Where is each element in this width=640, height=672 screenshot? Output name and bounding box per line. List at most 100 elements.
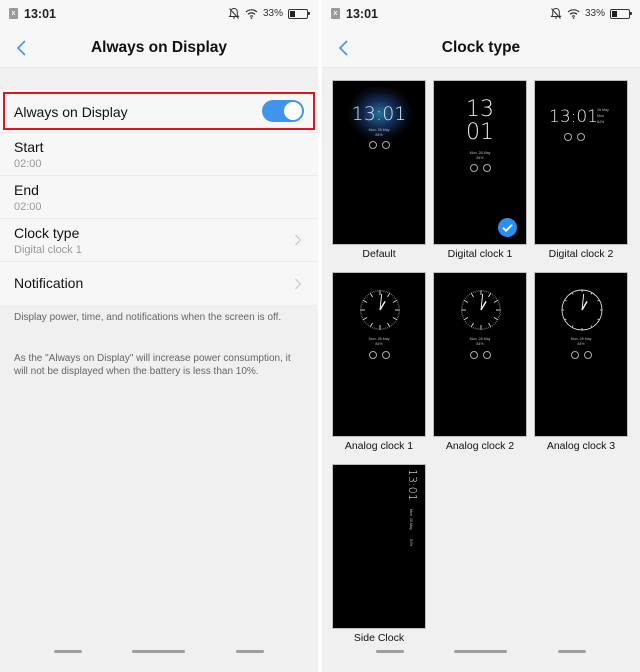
navigation-bar xyxy=(0,642,318,672)
clock-option-analog-1[interactable]: Mon. 28 May 84% Analog clock 1 xyxy=(332,272,426,454)
clock-tick xyxy=(467,294,469,297)
clock-option-analog-2[interactable]: Mon. 28 May 84% Analog clock 2 xyxy=(433,272,527,454)
clock-tick xyxy=(564,318,567,321)
battery-fill xyxy=(612,10,618,17)
mute-bell-icon xyxy=(550,7,562,19)
preview-date: Mon. 28 May xyxy=(469,151,491,155)
preview-battery: 84% xyxy=(375,133,383,137)
status-bar: x 13:01 33% xyxy=(322,0,640,28)
preview-battery: 84% xyxy=(409,539,413,547)
clock-tick xyxy=(396,317,399,319)
clock-preview: Mon. 28 May 84% xyxy=(433,272,527,437)
clock-tick xyxy=(392,294,394,297)
nav-back-handle[interactable] xyxy=(376,650,404,653)
clock-preview: 13 01 Mon. 28 May 84% xyxy=(433,80,527,245)
message-icon xyxy=(583,351,592,359)
clock-tick xyxy=(363,298,366,300)
analog-clock-face xyxy=(561,289,603,331)
clock-type-row[interactable]: Clock type Digital clock 1 xyxy=(0,219,318,262)
clock-option-digital-1[interactable]: 13 01 Mon. 28 May 84% Digital clock 1 xyxy=(433,80,527,262)
clock-tick xyxy=(387,322,391,328)
header: Always on Display xyxy=(0,28,318,68)
nav-home-handle[interactable] xyxy=(132,650,185,653)
analog-clock-face xyxy=(461,290,501,330)
clock-tick xyxy=(472,291,474,294)
clock-tick xyxy=(392,323,394,326)
clock-tick xyxy=(364,296,367,298)
message-icon xyxy=(576,133,585,141)
clock-tick xyxy=(366,294,368,297)
clock-tick xyxy=(462,317,465,319)
clock-tick xyxy=(392,317,398,321)
clock-tick xyxy=(362,299,368,303)
clock-type-value: Digital clock 1 xyxy=(14,244,82,256)
nav-recents-handle[interactable] xyxy=(236,650,264,653)
clock-tick xyxy=(493,317,499,321)
clock-tick xyxy=(469,293,471,296)
clock-option-label: Analog clock 3 xyxy=(546,440,616,452)
clock-tick xyxy=(361,317,364,319)
battery-percent: 33% xyxy=(262,8,283,19)
aod-toggle-switch[interactable] xyxy=(262,100,304,122)
notification-label: Notification xyxy=(14,275,84,291)
preview-icons xyxy=(333,351,425,359)
clock-type-grid: 13:01 Mon. 28 May 84% Default 13 01 Mon.… xyxy=(332,80,640,646)
clock-tick xyxy=(463,317,469,321)
clock-option-label: Digital clock 1 xyxy=(447,248,513,260)
start-time-row[interactable]: Start 02:00 xyxy=(0,133,318,176)
clock-option-side-clock[interactable]: 13:01 Mon. 28 May 84% Side Clock xyxy=(332,464,426,646)
preview-icons xyxy=(434,164,526,172)
clock-tick xyxy=(497,317,500,319)
message-icon xyxy=(381,141,390,149)
clock-tick xyxy=(467,323,469,326)
clock-tick xyxy=(465,322,468,324)
clock-option-analog-3[interactable]: Mon. 28 May 84% Analog clock 3 xyxy=(534,272,628,454)
end-value: 02:00 xyxy=(14,201,42,213)
clock-tick xyxy=(362,317,368,321)
clock-tick xyxy=(369,292,373,298)
phone-icon xyxy=(469,164,478,172)
description-text: Display power, time, and notifications w… xyxy=(14,312,282,323)
header: Clock type xyxy=(322,28,640,68)
nav-home-handle[interactable] xyxy=(454,650,507,653)
phone-icon xyxy=(469,351,478,359)
chevron-right-icon xyxy=(295,234,302,246)
nav-recents-handle[interactable] xyxy=(558,650,586,653)
clock-tick xyxy=(564,299,567,302)
clock-type-label: Clock type xyxy=(14,225,80,241)
preview-icons xyxy=(535,133,627,141)
sim-card-icon: x xyxy=(331,8,340,19)
end-time-row[interactable]: End 02:00 xyxy=(0,176,318,219)
settings-list: Always on Display Start 02:00 End 02:00 … xyxy=(0,90,318,305)
sim-card-icon: x xyxy=(9,8,18,19)
clock-tick xyxy=(597,318,600,321)
clock-tick xyxy=(371,291,373,294)
message-icon xyxy=(482,164,491,172)
clock-tick xyxy=(463,299,469,303)
preview-date: Mon. 28 May xyxy=(409,509,413,530)
clock-tick xyxy=(387,292,391,298)
start-label: Start xyxy=(14,139,44,155)
clock-option-default[interactable]: 13:01 Mon. 28 May 84% Default xyxy=(332,80,426,262)
aod-toggle-row[interactable]: Always on Display xyxy=(0,90,318,133)
wifi-icon xyxy=(245,9,258,19)
preview-battery: 84% xyxy=(577,342,585,346)
clock-tick xyxy=(366,323,368,326)
clock-tick xyxy=(571,292,574,295)
clock-tick xyxy=(465,296,468,298)
preview-battery: 84% xyxy=(476,156,484,160)
phone-icon xyxy=(570,351,579,359)
clock-option-digital-2[interactable]: 13:01 28 May Mon 84% Digital clock 2 xyxy=(534,80,628,262)
clock-tick xyxy=(488,291,490,294)
toggle-knob xyxy=(284,102,302,120)
clock-option-label: Analog clock 2 xyxy=(445,440,515,452)
notification-row[interactable]: Notification xyxy=(0,262,318,305)
clock-tick xyxy=(393,322,396,324)
aod-toggle-label: Always on Display xyxy=(14,104,128,120)
clock-tick xyxy=(494,322,497,324)
navigation-bar xyxy=(322,642,640,672)
battery-icon xyxy=(610,8,632,19)
clock-tick xyxy=(361,301,364,303)
analog-clock-face xyxy=(360,290,400,330)
nav-back-handle[interactable] xyxy=(54,650,82,653)
